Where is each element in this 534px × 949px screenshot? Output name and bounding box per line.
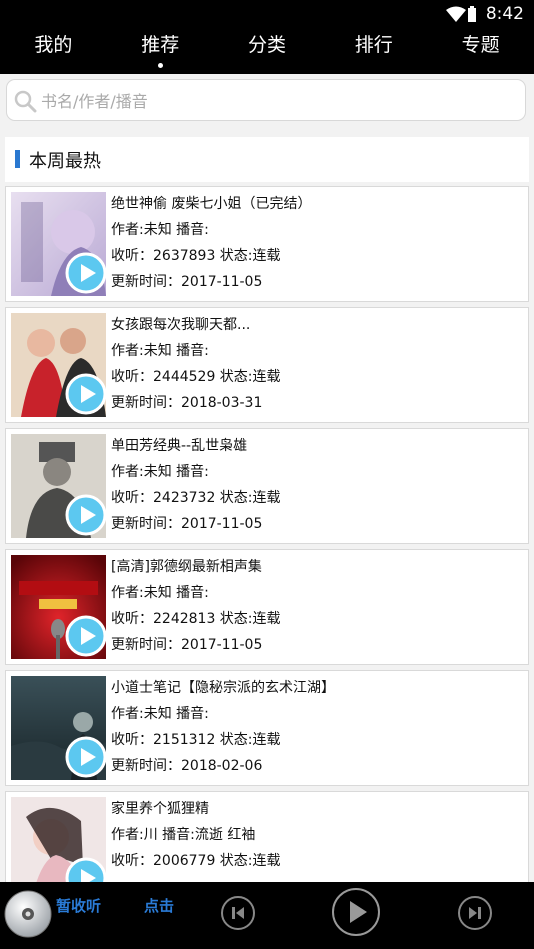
item-updated: 更新时间：2017-11-05 (111, 637, 263, 653)
play-pause-icon[interactable] (331, 887, 381, 937)
item-stats: 收听：2637893 状态:连载 (111, 248, 281, 264)
item-info: [高清]郭德纲最新相声集 作者:未知 播音: 收听：2242813 状态:连载 … (111, 554, 281, 658)
tab-recommend[interactable]: 推荐 (107, 28, 214, 74)
item-info: 女孩跟每次我聊天都... 作者:未知 播音: 收听：2444529 状态:连载 … (111, 312, 281, 416)
item-title: 女孩跟每次我聊天都... (111, 317, 251, 333)
battery-icon (468, 6, 476, 22)
item-author: 作者:未知 播音: (111, 222, 209, 238)
clock: 8:42 (485, 4, 524, 24)
item-author: 作者:未知 播音: (111, 343, 209, 359)
search-icon (14, 90, 37, 113)
tab-mine[interactable]: 我的 (0, 28, 107, 74)
now-playing-label[interactable]: 暂收听 (56, 895, 101, 916)
mini-player: 暂收听 点击 (0, 882, 534, 949)
section-header: 本周最热 (5, 137, 529, 182)
item-title: 家里养个狐狸精 (111, 801, 209, 817)
tap-label[interactable]: 点击 (144, 895, 174, 916)
item-stats: 收听：2423732 状态:连载 (111, 490, 281, 506)
item-updated: 更新时间：2017-11-05 (111, 274, 263, 290)
book-list: 绝世神偷 废柴七小姐（已完结） 作者:未知 播音: 收听：2637893 状态:… (5, 186, 529, 912)
search-input[interactable] (39, 86, 513, 116)
previous-icon[interactable] (220, 895, 256, 931)
cover-image (11, 555, 106, 659)
active-tab-indicator (158, 63, 164, 68)
play-icon[interactable] (65, 252, 106, 294)
cover-image (11, 313, 106, 417)
play-icon[interactable] (65, 615, 106, 657)
item-updated: 更新时间：2018-02-06 (111, 758, 263, 774)
item-stats: 收听：2006779 状态:连载 (111, 853, 281, 869)
item-author: 作者:未知 播音: (111, 706, 209, 722)
item-updated: 更新时间：2018-03-31 (111, 395, 263, 411)
top-nav: 我的 推荐 分类 排行 专题 (0, 28, 534, 74)
item-title: 绝世神偷 废柴七小姐（已完结） (111, 196, 312, 212)
item-title: 单田芳经典--乱世枭雄 (111, 438, 248, 454)
item-title: [高清]郭德纲最新相声集 (111, 559, 262, 575)
next-icon[interactable] (457, 895, 493, 931)
item-author: 作者:川 播音:流逝 红袖 (111, 827, 256, 843)
cover-image (11, 192, 106, 296)
list-item[interactable]: 绝世神偷 废柴七小姐（已完结） 作者:未知 播音: 收听：2637893 状态:… (5, 186, 529, 302)
list-item[interactable]: 单田芳经典--乱世枭雄 作者:未知 播音: 收听：2423732 状态:连载 更… (5, 428, 529, 544)
cover-image (11, 676, 106, 780)
cover-image (11, 434, 106, 538)
tab-category[interactable]: 分类 (214, 28, 321, 74)
list-item[interactable]: [高清]郭德纲最新相声集 作者:未知 播音: 收听：2242813 状态:连载 … (5, 549, 529, 665)
play-icon[interactable] (65, 373, 106, 415)
item-author: 作者:未知 播音: (111, 464, 209, 480)
list-item[interactable]: 小道士笔记【隐秘宗派的玄术江湖】 作者:未知 播音: 收听：2151312 状态… (5, 670, 529, 786)
section-title: 本周最热 (29, 151, 101, 172)
item-stats: 收听：2242813 状态:连载 (111, 611, 281, 627)
status-bar: 8:42 (0, 0, 534, 28)
tab-ranking[interactable]: 排行 (320, 28, 427, 74)
wifi-icon (446, 6, 466, 22)
search-box[interactable] (6, 79, 526, 121)
section-accent-bar (15, 150, 20, 168)
item-info: 绝世神偷 废柴七小姐（已完结） 作者:未知 播音: 收听：2637893 状态:… (111, 191, 311, 295)
item-info: 小道士笔记【隐秘宗派的玄术江湖】 作者:未知 播音: 收听：2151312 状态… (111, 675, 335, 779)
tab-topics[interactable]: 专题 (427, 28, 534, 74)
list-item[interactable]: 女孩跟每次我聊天都... 作者:未知 播音: 收听：2444529 状态:连载 … (5, 307, 529, 423)
item-stats: 收听：2444529 状态:连载 (111, 369, 281, 385)
disc-icon[interactable] (4, 890, 52, 938)
play-icon[interactable] (65, 736, 106, 778)
search-area (0, 74, 534, 130)
item-updated: 更新时间：2017-11-05 (111, 516, 263, 532)
item-info: 单田芳经典--乱世枭雄 作者:未知 播音: 收听：2423732 状态:连载 更… (111, 433, 281, 537)
play-icon[interactable] (65, 494, 106, 536)
item-author: 作者:未知 播音: (111, 585, 209, 601)
item-title: 小道士笔记【隐秘宗派的玄术江湖】 (111, 680, 335, 696)
item-stats: 收听：2151312 状态:连载 (111, 732, 281, 748)
